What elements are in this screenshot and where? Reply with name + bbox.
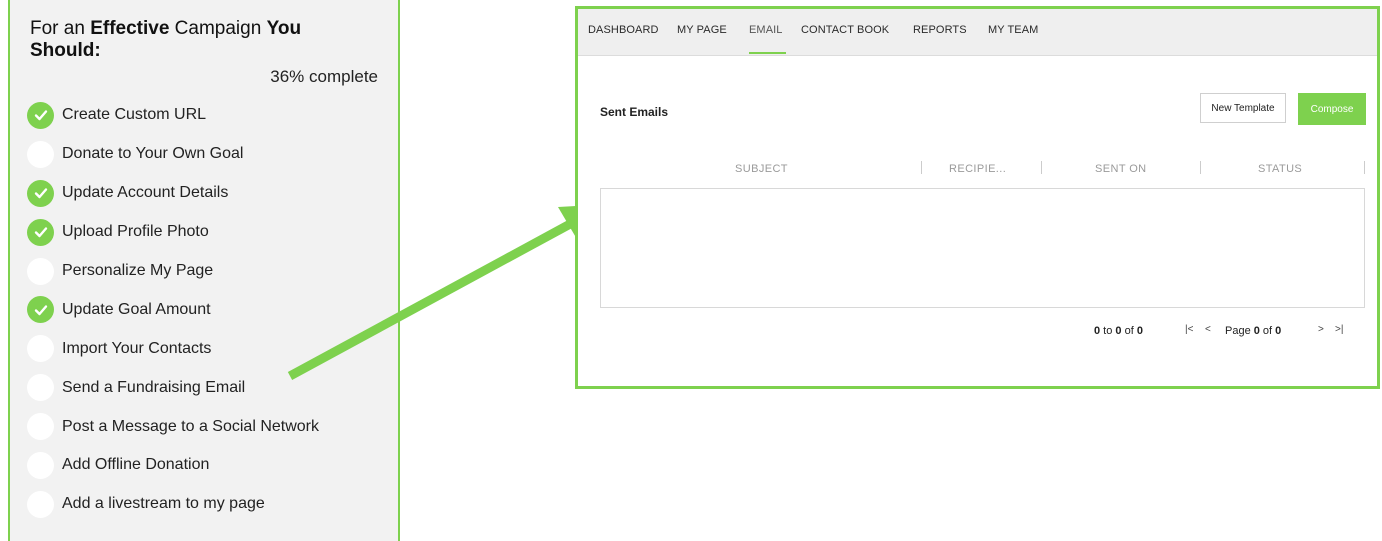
- check-circle-icon: [27, 374, 54, 402]
- next-page-icon[interactable]: >: [1318, 324, 1324, 335]
- check-circle-icon: [27, 140, 54, 168]
- campaign-checklist-panel: For an Effective Campaign You Should: 36…: [8, 0, 400, 541]
- checklist-title: For an Effective Campaign You Should:: [30, 18, 370, 62]
- column-divider[interactable]: [921, 161, 922, 174]
- check-circle-icon: [27, 257, 54, 285]
- page-title: Sent Emails: [600, 105, 669, 119]
- task-item-create-custom-url[interactable]: Create Custom URL: [27, 96, 319, 135]
- task-label: Post a Message to a Social Network: [62, 417, 320, 435]
- tab-my-team[interactable]: MY TEAM: [988, 24, 1038, 36]
- progress-percentage: 36% complete: [270, 67, 378, 86]
- tab-dashboard[interactable]: DASHBOARD: [588, 24, 659, 36]
- page-total: 0: [1275, 325, 1282, 337]
- task-list: Create Custom URL Donate to Your Own Goa…: [27, 96, 319, 524]
- page-of: of: [1259, 325, 1276, 337]
- compose-button[interactable]: Compose: [1298, 93, 1366, 125]
- page-label: Page: [1225, 325, 1254, 337]
- task-label: Donate to Your Own Goal: [62, 145, 244, 163]
- task-item-update-goal-amount[interactable]: Update Goal Amount: [27, 290, 319, 329]
- pager-summary-to: to: [1100, 325, 1116, 337]
- task-label: Upload Profile Photo: [62, 223, 209, 241]
- pager-summary: 0 to 0 of 0: [1094, 325, 1143, 337]
- task-label: Update Account Details: [62, 184, 229, 202]
- column-divider[interactable]: [1200, 161, 1201, 174]
- task-label: Add a livestream to my page: [62, 495, 265, 513]
- task-item-import-contacts[interactable]: Import Your Contacts: [27, 329, 319, 368]
- task-label: Personalize My Page: [62, 262, 214, 279]
- check-circle-icon: [27, 296, 54, 324]
- new-template-button[interactable]: New Template: [1200, 93, 1286, 123]
- task-item-post-social-message[interactable]: Post a Message to a Social Network: [27, 407, 319, 446]
- task-label: Create Custom URL: [62, 106, 207, 124]
- check-circle-icon: [27, 335, 54, 363]
- pager-summary-of: of: [1121, 325, 1137, 337]
- tab-my-page[interactable]: MY PAGE: [677, 24, 727, 36]
- check-circle-icon: [27, 490, 54, 518]
- task-item-donate-own-goal[interactable]: Donate to Your Own Goal: [27, 135, 319, 174]
- task-item-send-fundraising-email[interactable]: Send a Fundraising Email: [27, 368, 319, 407]
- emails-table-body: [600, 188, 1365, 308]
- column-header-recipients[interactable]: RECIPIE...: [949, 163, 1006, 175]
- column-header-sent-on[interactable]: SENT ON: [1095, 163, 1147, 175]
- check-circle-icon: [27, 179, 54, 207]
- active-tab-indicator: [749, 52, 786, 54]
- task-item-update-account-details[interactable]: Update Account Details: [27, 174, 319, 213]
- top-nav-bar: DASHBOARD MY PAGE EMAIL CONTACT BOOK REP…: [578, 9, 1377, 56]
- last-page-icon[interactable]: >|: [1335, 324, 1343, 335]
- page-indicator: Page 0 of 0: [1225, 325, 1281, 337]
- check-circle-icon: [27, 101, 54, 129]
- task-label: Import Your Contacts: [62, 339, 212, 357]
- column-divider[interactable]: [1364, 161, 1365, 174]
- task-label: Send a Fundraising Email: [62, 378, 246, 396]
- task-label: Update Goal Amount: [62, 300, 211, 318]
- check-circle-icon: [27, 451, 54, 479]
- pager-summary-total: 0: [1136, 325, 1143, 337]
- task-label: Add Offline Donation: [62, 456, 210, 474]
- title-part-1: For an: [30, 18, 91, 39]
- email-screen-panel: DASHBOARD MY PAGE EMAIL CONTACT BOOK REP…: [575, 6, 1380, 389]
- title-part-3: Campaign: [169, 18, 267, 39]
- task-item-personalize-my-page[interactable]: Personalize My Page: [27, 252, 319, 291]
- column-header-status[interactable]: STATUS: [1258, 163, 1302, 175]
- column-header-subject[interactable]: SUBJECT: [735, 163, 788, 175]
- tab-contact-book[interactable]: CONTACT BOOK: [801, 24, 889, 36]
- task-item-add-livestream[interactable]: Add a livestream to my page: [27, 485, 319, 524]
- first-page-icon[interactable]: |<: [1185, 324, 1193, 335]
- check-circle-icon: [27, 218, 54, 246]
- column-divider[interactable]: [1041, 161, 1042, 174]
- task-item-upload-profile-photo[interactable]: Upload Profile Photo: [27, 213, 319, 252]
- check-circle-icon: [27, 413, 54, 441]
- previous-page-icon[interactable]: <: [1205, 324, 1211, 335]
- tab-email[interactable]: EMAIL: [749, 24, 783, 36]
- task-item-add-offline-donation[interactable]: Add Offline Donation: [27, 446, 319, 485]
- title-part-2: Effective: [90, 18, 170, 39]
- tab-reports[interactable]: REPORTS: [913, 24, 967, 36]
